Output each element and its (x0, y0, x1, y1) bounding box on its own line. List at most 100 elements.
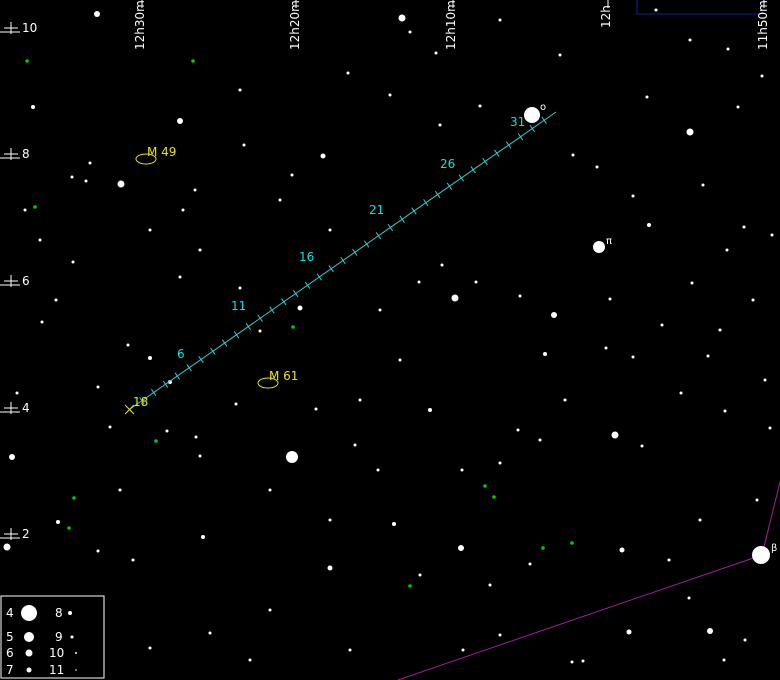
star (742, 225, 746, 229)
star-beta[interactable] (752, 546, 770, 564)
star (474, 280, 478, 284)
star (660, 323, 664, 327)
star (148, 228, 152, 232)
legend-mag-label: 8 (55, 606, 63, 620)
star (353, 443, 357, 447)
star-omicron[interactable] (524, 107, 540, 123)
star (96, 385, 100, 389)
green-object (67, 526, 71, 530)
star (722, 658, 726, 662)
star (418, 573, 422, 577)
star (611, 431, 619, 439)
star[interactable] (286, 451, 298, 463)
green-object (291, 325, 295, 329)
star (238, 286, 242, 290)
star (3, 543, 11, 551)
star (654, 8, 658, 12)
star (619, 547, 625, 553)
star (726, 47, 730, 51)
green-object (191, 59, 195, 63)
star (148, 646, 152, 650)
green-object (483, 484, 487, 488)
star (198, 248, 202, 252)
star (23, 208, 27, 212)
star (701, 183, 705, 187)
ra-label: 11h50m (756, 0, 770, 50)
star (631, 194, 635, 198)
star (88, 161, 92, 165)
star (571, 153, 575, 157)
star (707, 628, 713, 634)
greek-label: π (606, 236, 612, 247)
green-object (408, 584, 412, 588)
star (543, 352, 547, 356)
legend-mag-label: 5 (6, 630, 14, 644)
star (631, 355, 635, 359)
star (193, 188, 197, 192)
galaxy-label: M 61 (269, 369, 298, 383)
star (706, 354, 710, 358)
star (679, 391, 683, 395)
star (408, 30, 412, 34)
star (328, 518, 332, 522)
star (770, 233, 774, 237)
dec-label: 2 (22, 527, 30, 541)
star (640, 444, 644, 448)
star (320, 153, 326, 159)
star (126, 343, 130, 347)
star (258, 329, 262, 333)
star (378, 308, 382, 312)
legend-mag-label: 10 (49, 646, 64, 660)
track-label: 11 (231, 299, 246, 313)
star (763, 378, 767, 382)
star (723, 409, 727, 413)
ra-label: 12h30m (133, 0, 147, 50)
star (718, 328, 722, 332)
star (667, 558, 671, 562)
green-object (154, 439, 158, 443)
star (31, 105, 35, 109)
legend-mag-label: 6 (6, 646, 14, 660)
legend-star (24, 632, 34, 642)
star (768, 426, 772, 430)
star (388, 93, 392, 97)
star (751, 298, 755, 302)
dec-label: 4 (22, 401, 30, 415)
star-pi[interactable] (593, 241, 605, 253)
star (743, 638, 747, 642)
star (165, 429, 169, 433)
legend-mag-label: 4 (6, 606, 14, 620)
star (392, 522, 396, 526)
star (687, 596, 691, 600)
star (458, 545, 464, 551)
dec-label: 10 (22, 21, 37, 35)
star (498, 18, 502, 22)
dec-label: 8 (22, 147, 30, 161)
star (451, 294, 459, 302)
star (328, 228, 332, 232)
ra-label: 12h (599, 5, 613, 28)
star (434, 51, 438, 55)
star (626, 629, 632, 635)
star (358, 398, 362, 402)
star (595, 165, 599, 169)
star (198, 454, 202, 458)
star (9, 454, 15, 460)
legend-star (70, 635, 74, 639)
greek-label: o (540, 102, 546, 113)
star (208, 631, 212, 635)
star (70, 175, 74, 179)
star (314, 407, 318, 411)
track-label: 26 (440, 157, 455, 171)
legend-star (26, 667, 32, 673)
star (558, 53, 562, 57)
star (478, 104, 482, 108)
star (440, 263, 444, 267)
star (268, 488, 272, 492)
star (698, 518, 702, 522)
star (327, 565, 333, 571)
sky-background (0, 0, 780, 680)
star-chart[interactable]: 10 8 6 4 2 12h30m 12h20m 12h10m 12h 11h5… (0, 0, 780, 680)
star (518, 294, 522, 298)
star (460, 468, 464, 472)
